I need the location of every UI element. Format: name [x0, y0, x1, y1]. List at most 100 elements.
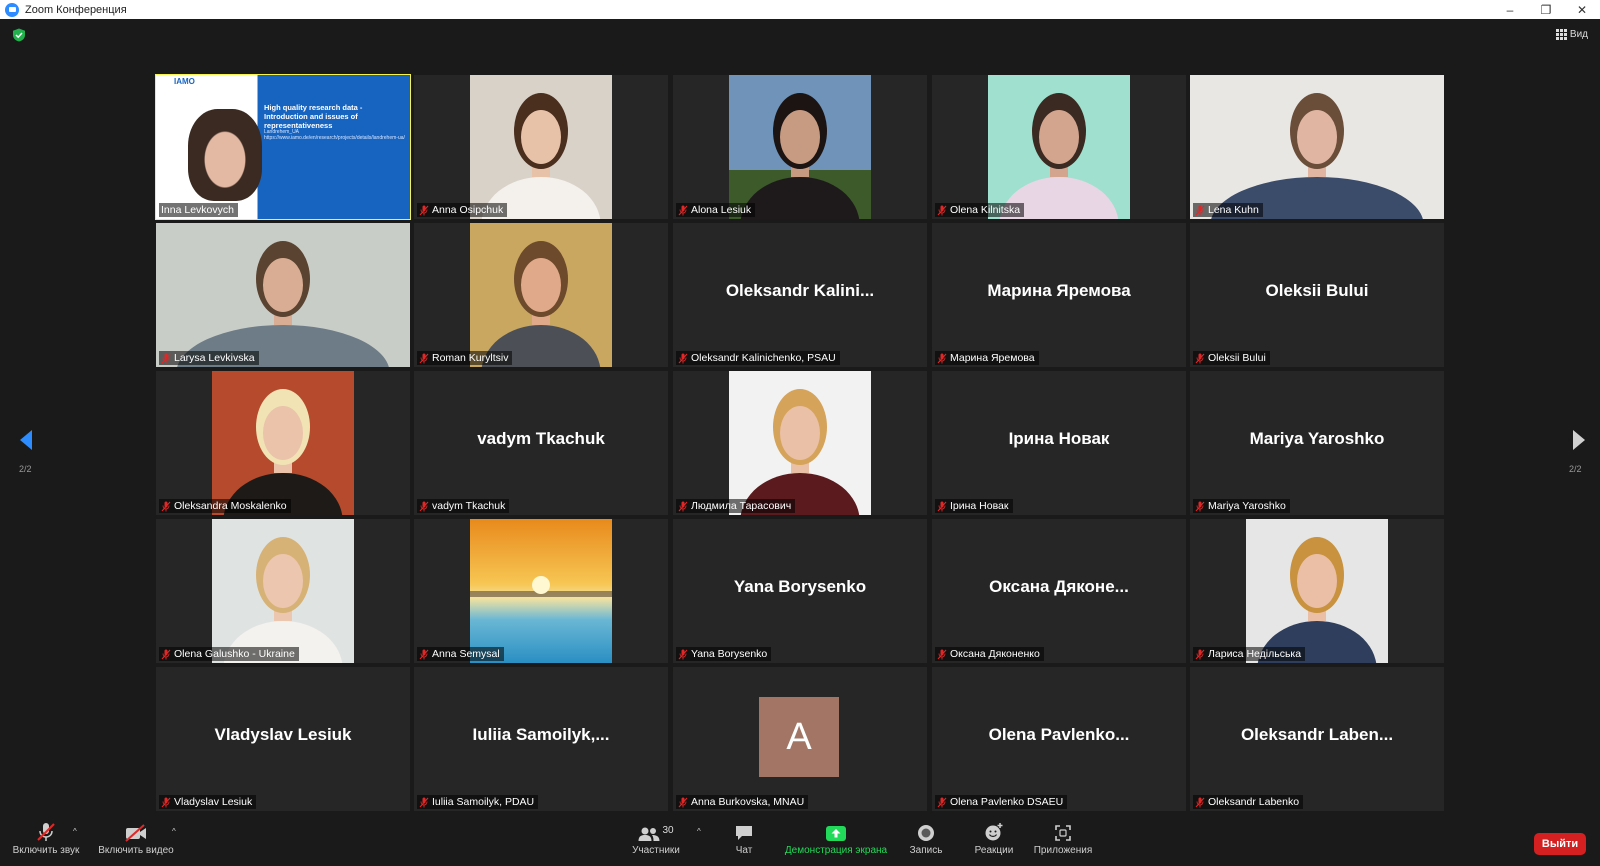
- participant-tile[interactable]: Людмила Тарасович: [673, 371, 927, 515]
- window-title: Zoom Конференция: [25, 3, 127, 16]
- participants-button[interactable]: 30 Участники: [620, 820, 692, 866]
- participant-tile[interactable]: Yana Borysenko Yana Borysenko: [673, 519, 927, 663]
- participant-tile[interactable]: Oleksii Bului Oleksii Bului: [1190, 223, 1444, 367]
- participant-name: Olena Pavlenko DSAEU: [950, 796, 1064, 808]
- participant-name: Oleksandr Labenko: [1208, 796, 1300, 808]
- next-page-arrow-icon[interactable]: [1569, 428, 1589, 452]
- participants-options-chevron-up-icon[interactable]: ^: [697, 827, 701, 836]
- participant-tile[interactable]: Lena Kuhn: [1190, 75, 1444, 219]
- participant-name: Anna Semysal: [432, 648, 500, 660]
- minimize-button[interactable]: –: [1492, 0, 1528, 19]
- microphone-muted-icon: [678, 353, 688, 363]
- participant-tile[interactable]: Оксана Дяконе... Оксана Дяконенко: [932, 519, 1186, 663]
- microphone-muted-icon: [161, 353, 171, 363]
- share-screen-button[interactable]: Демонстрация экрана: [782, 820, 890, 866]
- participant-tile[interactable]: Olena Kilnitska: [932, 75, 1186, 219]
- record-label: Запись: [909, 845, 943, 856]
- participant-display-name: Yana Borysenko: [733, 577, 867, 596]
- participant-name: Oleksandr Kalinichenko, PSAU: [691, 352, 836, 364]
- participant-name-label: Alona Lesiuk: [676, 203, 756, 217]
- participant-tile[interactable]: IAMO High quality research data - Introdu…: [155, 74, 411, 220]
- page-indicator-right: 2/2: [1569, 464, 1582, 474]
- participant-name-label: Людмила Тарасович: [676, 499, 796, 513]
- slide-logo: IAMO: [174, 77, 195, 86]
- microphone-muted-icon: [161, 501, 171, 511]
- participant-video: [212, 371, 354, 515]
- participant-tile[interactable]: Alona Lesiuk: [673, 75, 927, 219]
- chat-label: Чат: [735, 845, 753, 856]
- participant-tile[interactable]: Vladyslav Lesiuk Vladyslav Lesiuk: [156, 667, 410, 811]
- participant-display-name: Ірина Новак: [1008, 429, 1110, 448]
- participants-label: Участники: [632, 845, 680, 856]
- participant-tile[interactable]: Roman Kuryltsiv: [414, 223, 668, 367]
- participant-video: [729, 371, 871, 515]
- participant-tile[interactable]: Лариса Недільська: [1190, 519, 1444, 663]
- share-screen-label: Демонстрация экрана: [784, 845, 888, 856]
- participant-display-name: vadym Tkachuk: [477, 429, 605, 448]
- participant-tile[interactable]: Ірина Новак Ірина Новак: [932, 371, 1186, 515]
- participant-name: Olena Kilnitska: [950, 204, 1021, 216]
- participant-tile[interactable]: Olena Pavlenko... Olena Pavlenko DSAEU: [932, 667, 1186, 811]
- video-options-chevron-up-icon[interactable]: ^: [172, 827, 176, 836]
- participant-name: Vladyslav Lesiuk: [174, 796, 253, 808]
- participant-tile[interactable]: Oleksandr Laben... Oleksandr Labenko: [1190, 667, 1444, 811]
- participant-tile[interactable]: vadym Tkachuk vadym Tkachuk: [414, 371, 668, 515]
- participant-name: Inna Levkovych: [161, 204, 234, 216]
- window-controls: – ❐ ✕: [1492, 0, 1600, 19]
- participant-display-name: Mariya Yaroshko: [1249, 429, 1385, 448]
- encryption-shield-icon[interactable]: [12, 28, 26, 42]
- microphone-muted-icon: [419, 205, 429, 215]
- participant-video: [1246, 519, 1388, 663]
- participants-count: 30: [662, 825, 674, 836]
- participant-name-label: Lena Kuhn: [1193, 203, 1263, 217]
- participant-name: Людмила Тарасович: [691, 500, 792, 512]
- reactions-button[interactable]: Реакции: [968, 820, 1020, 866]
- start-video-button[interactable]: Включить видео: [96, 820, 176, 866]
- page-indicator-left: 2/2: [19, 464, 32, 474]
- share-screen-arrow-icon: [826, 826, 846, 841]
- participant-name-label: Yana Borysenko: [676, 647, 772, 661]
- close-button[interactable]: ✕: [1564, 0, 1600, 19]
- participant-tile[interactable]: Mariya Yaroshko Mariya Yaroshko: [1190, 371, 1444, 515]
- microphone-muted-icon: [678, 649, 688, 659]
- view-label: Вид: [1569, 29, 1588, 40]
- participant-name: Lena Kuhn: [1208, 204, 1259, 216]
- apps-button[interactable]: Приложения: [1030, 820, 1096, 866]
- participant-tile[interactable]: Oleksandr Kalini... Oleksandr Kalinichenk…: [673, 223, 927, 367]
- participant-tile[interactable]: Iuliia Samoilyk,... Iuliia Samoilyk, PDAU: [414, 667, 668, 811]
- participant-name: Anna Osipchuk: [432, 204, 504, 216]
- chat-button[interactable]: Чат: [722, 820, 766, 866]
- video-camera-off-icon: [125, 824, 146, 842]
- microphone-muted-icon: [937, 797, 947, 807]
- participant-name-label: Iuliia Samoilyk, PDAU: [417, 795, 539, 809]
- microphone-muted-icon: [419, 501, 429, 511]
- participant-name: Марина Яремова: [950, 352, 1035, 364]
- participant-tile[interactable]: Larysa Levkivska: [156, 223, 410, 367]
- record-button[interactable]: Запись: [904, 820, 948, 866]
- view-button[interactable]: Вид: [1555, 29, 1588, 40]
- sunset-background-image: [470, 519, 612, 663]
- participant-tile[interactable]: Oleksandra Moskalenko: [156, 371, 410, 515]
- participant-name-label: Ірина Новак: [935, 499, 1013, 513]
- leave-meeting-button[interactable]: Выйти: [1534, 833, 1586, 855]
- microphone-muted-icon: [937, 501, 947, 511]
- participant-tile[interactable]: Anna Osipchuk: [414, 75, 668, 219]
- restore-button[interactable]: ❐: [1528, 0, 1564, 19]
- participant-name: Oleksandra Moskalenko: [174, 500, 287, 512]
- window-titlebar: Zoom Конференция – ❐ ✕: [0, 0, 1600, 19]
- participant-name-label: Лариса Недільська: [1193, 647, 1306, 661]
- audio-options-chevron-up-icon[interactable]: ^: [73, 827, 77, 836]
- participant-name-label: Oleksandra Moskalenko: [159, 499, 291, 513]
- participant-video: [729, 75, 871, 219]
- participant-name-label: Roman Kuryltsiv: [417, 351, 513, 365]
- microphone-muted-icon: [937, 353, 947, 363]
- participant-name: Лариса Недільська: [1208, 648, 1302, 660]
- participant-tile[interactable]: Anna Semysal: [414, 519, 668, 663]
- participant-tile[interactable]: A Anna Burkovska, MNAU: [673, 667, 927, 811]
- participant-name-label: Larysa Levkivska: [159, 351, 259, 365]
- participant-display-name: Oleksii Bului: [1265, 281, 1369, 300]
- participant-name: Alona Lesiuk: [691, 204, 752, 216]
- participant-tile[interactable]: Марина Яремова Марина Яремова: [932, 223, 1186, 367]
- previous-page-arrow-icon[interactable]: [16, 428, 36, 452]
- participant-tile[interactable]: Olena Galushko - Ukraine: [156, 519, 410, 663]
